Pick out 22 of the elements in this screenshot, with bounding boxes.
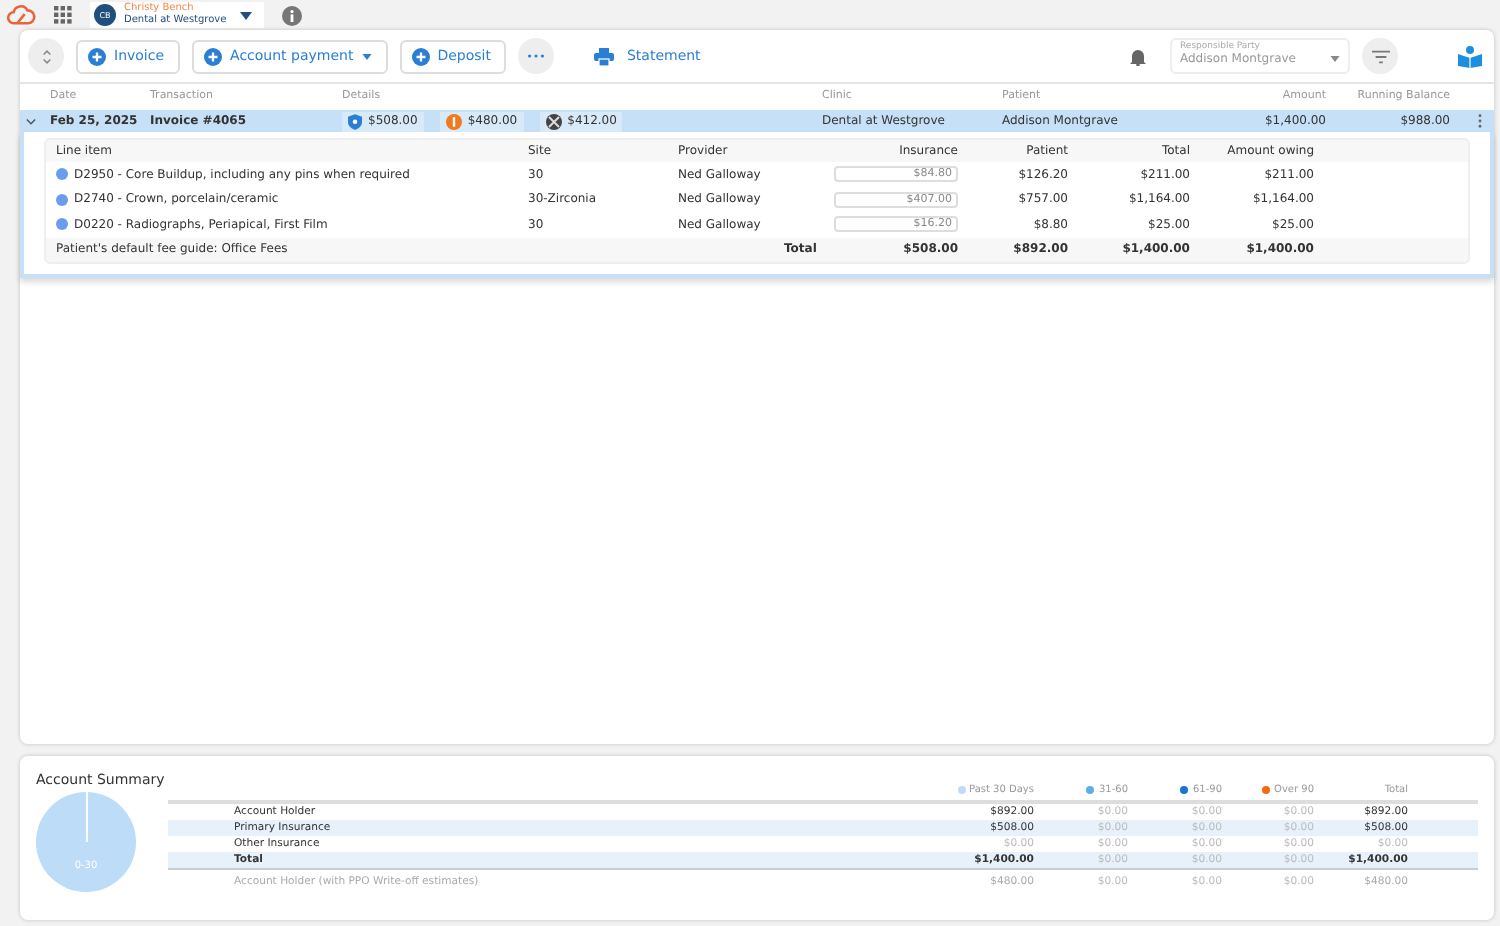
plus-icon: [204, 47, 223, 65]
dot-icon: [56, 193, 68, 206]
coin-icon: [445, 113, 462, 129]
book-icon[interactable]: [1458, 45, 1482, 67]
cross-circle-icon: [545, 113, 562, 129]
plus-icon: [88, 47, 106, 65]
caret-icon: [240, 11, 252, 19]
filter-button[interactable]: [1362, 38, 1398, 74]
caret-icon: [1330, 56, 1340, 62]
plus-icon: [411, 47, 430, 65]
printer-icon: [594, 47, 615, 65]
cloud-logo-icon[interactable]: [6, 4, 36, 26]
chevron-icon[interactable]: [26, 117, 36, 125]
shield-icon: [348, 113, 362, 129]
apps-grid-icon[interactable]: [54, 6, 72, 24]
up-down-icon: [41, 47, 51, 65]
bell-icon[interactable]: [1130, 47, 1146, 65]
info-icon[interactable]: [282, 5, 302, 25]
dot-icon: [56, 218, 68, 231]
filter-icon: [1371, 49, 1389, 63]
caret-icon: [361, 53, 372, 59]
dot-icon: [56, 168, 68, 181]
